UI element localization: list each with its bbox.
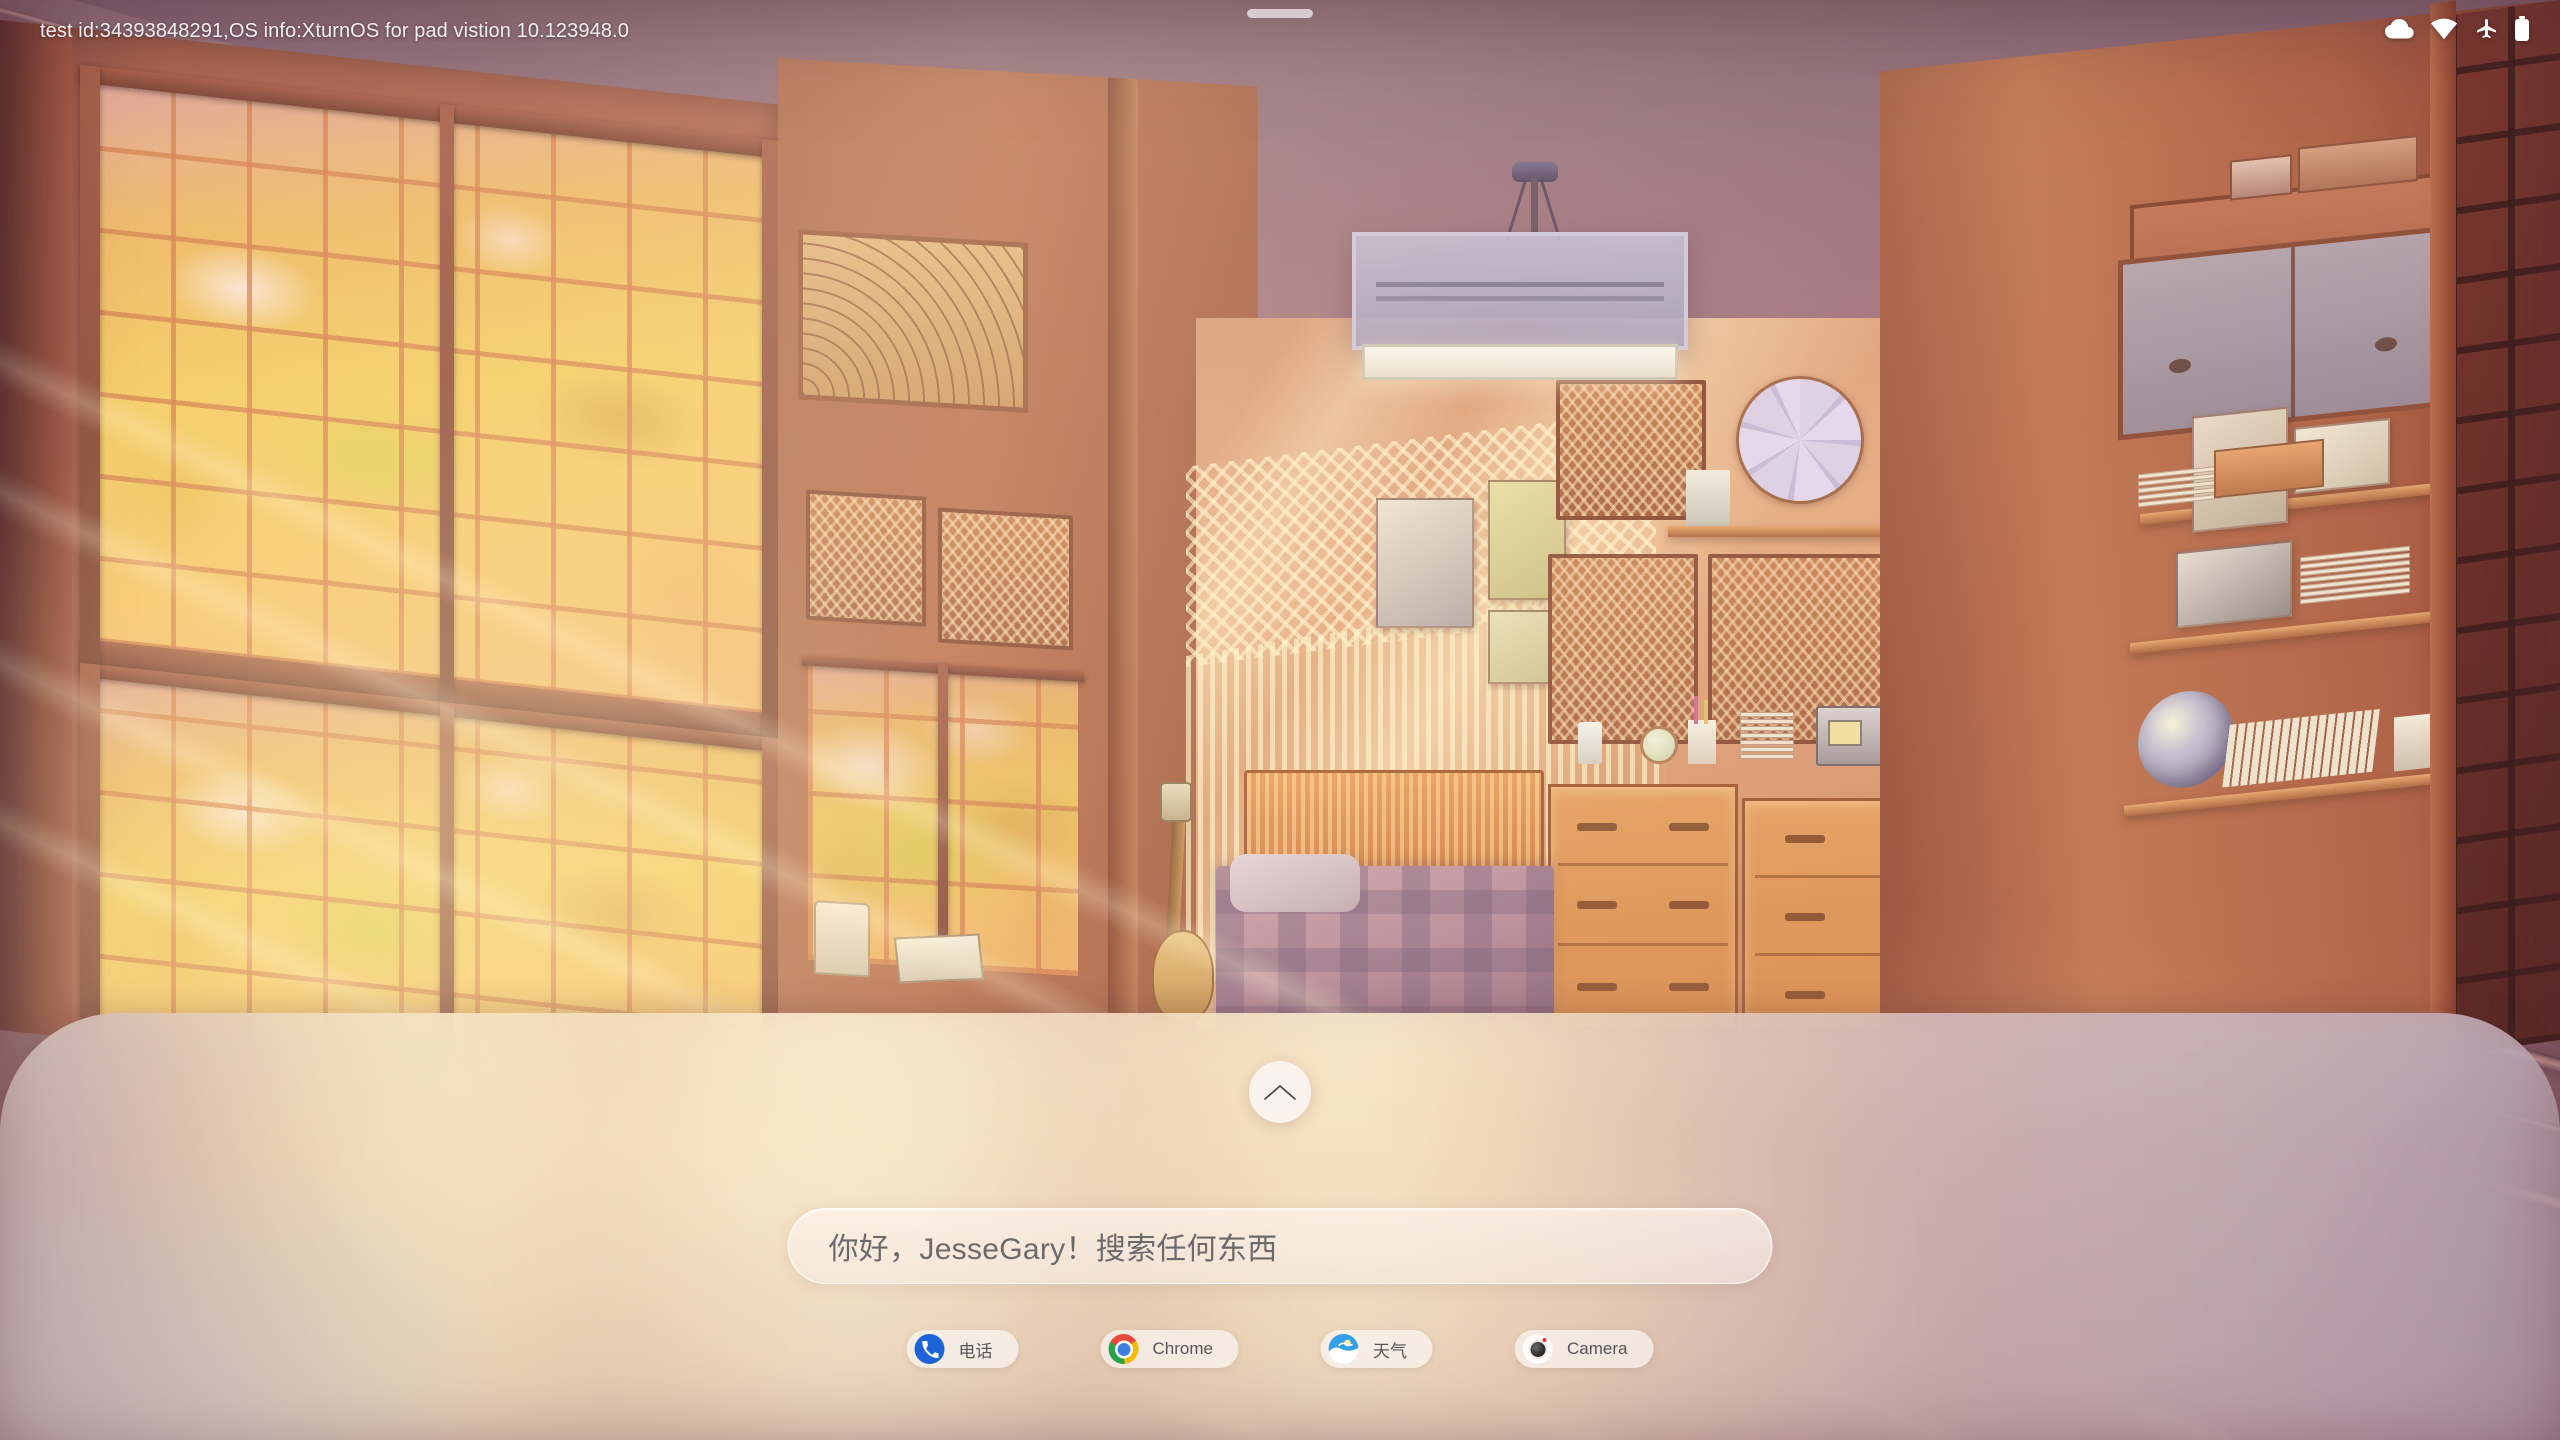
shoji-window-upper — [95, 82, 765, 716]
drag-handle[interactable] — [1247, 9, 1313, 18]
window-frame — [80, 662, 100, 1045]
search-input[interactable]: 你好，JesseGary！搜索任何东西 — [787, 1208, 1773, 1284]
pillow — [1230, 854, 1360, 912]
chevron-up-icon — [1264, 1085, 1296, 1100]
home-bottom-panel: 你好，JesseGary！搜索任何东西 电话 Chrome 天气 Camera — [0, 1013, 2560, 1440]
wall-post — [1108, 77, 1138, 1060]
status-bar-device-info: test id:34393848291,OS info:XturnOS for … — [40, 19, 629, 42]
status-bar-icons — [2384, 15, 2530, 47]
camera-icon — [1523, 1334, 1553, 1364]
cloud-icon[interactable] — [2384, 18, 2414, 45]
book-stack — [2300, 545, 2410, 607]
window-frame — [938, 663, 948, 975]
wifi-icon[interactable] — [2430, 18, 2458, 45]
ceiling-lamp-body — [1352, 232, 1688, 350]
app-chip-label: 天气 — [1373, 1341, 1407, 1361]
storage-box — [2230, 154, 2292, 201]
app-chip-chrome[interactable]: Chrome — [1100, 1330, 1239, 1368]
bookshelf-row — [2222, 708, 2380, 788]
window-frame — [80, 64, 100, 667]
cup — [1578, 722, 1602, 764]
ceiling-lamp-diffuser — [1362, 344, 1678, 380]
electric-fan — [1736, 376, 1864, 504]
open-book — [893, 933, 985, 984]
tablet-home-screen: test id:34393848291,OS info:XturnOS for … — [0, 0, 2560, 1440]
box-item — [1686, 470, 1730, 526]
table-lamp — [814, 900, 870, 978]
lattice-panel — [1548, 554, 1698, 744]
ramma-panel — [798, 229, 1028, 413]
dresser-left — [1548, 784, 1738, 1030]
phone-icon — [914, 1334, 945, 1364]
app-chip-phone[interactable]: 电话 — [906, 1330, 1019, 1368]
chrome-icon — [1108, 1334, 1139, 1364]
lattice-panel — [938, 507, 1073, 651]
search-placeholder-text: 你好，JesseGary！搜索任何东西 — [828, 1233, 1278, 1266]
guitar-headstock — [1160, 782, 1192, 822]
guitar-body — [1152, 930, 1214, 1022]
book-stack — [1740, 712, 1794, 761]
app-chip-camera[interactable]: Camera — [1515, 1330, 1654, 1368]
airplane-mode-icon[interactable] — [2474, 17, 2498, 46]
battery-icon[interactable] — [2514, 15, 2530, 47]
door-post — [2430, 0, 2456, 1044]
window-frame — [440, 103, 454, 706]
camera-indicator-dot — [1543, 1338, 1547, 1342]
lattice-panel — [806, 489, 926, 627]
door-grid — [2450, 0, 2560, 1056]
poster-photo — [1376, 498, 1474, 628]
app-chip-label: Chrome — [1152, 1339, 1213, 1358]
lamp-rod — [1531, 178, 1538, 236]
app-shortcut-chips: 电话 Chrome 天气 Camera — [906, 1330, 1654, 1368]
corner-post — [0, 20, 72, 1038]
pen — [1694, 696, 1698, 724]
app-chip-label: 电话 — [958, 1341, 993, 1361]
left-window-wall — [0, 20, 790, 1119]
lattice-panel — [1556, 380, 1706, 520]
app-chip-label: Camera — [1567, 1339, 1628, 1358]
radio-display — [1828, 720, 1862, 746]
sliding-cabinet — [2118, 223, 2474, 441]
weather-icon — [1329, 1334, 1359, 1364]
alarm-clock — [1640, 726, 1678, 764]
pen-holder — [1688, 720, 1716, 764]
app-chip-weather[interactable]: 天气 — [1321, 1330, 1433, 1368]
poster-band — [2176, 540, 2292, 629]
globe — [2138, 686, 2234, 793]
shelf-plank — [1668, 526, 1898, 537]
pen — [1704, 700, 1708, 724]
expand-app-drawer-button[interactable] — [1249, 1061, 1311, 1123]
